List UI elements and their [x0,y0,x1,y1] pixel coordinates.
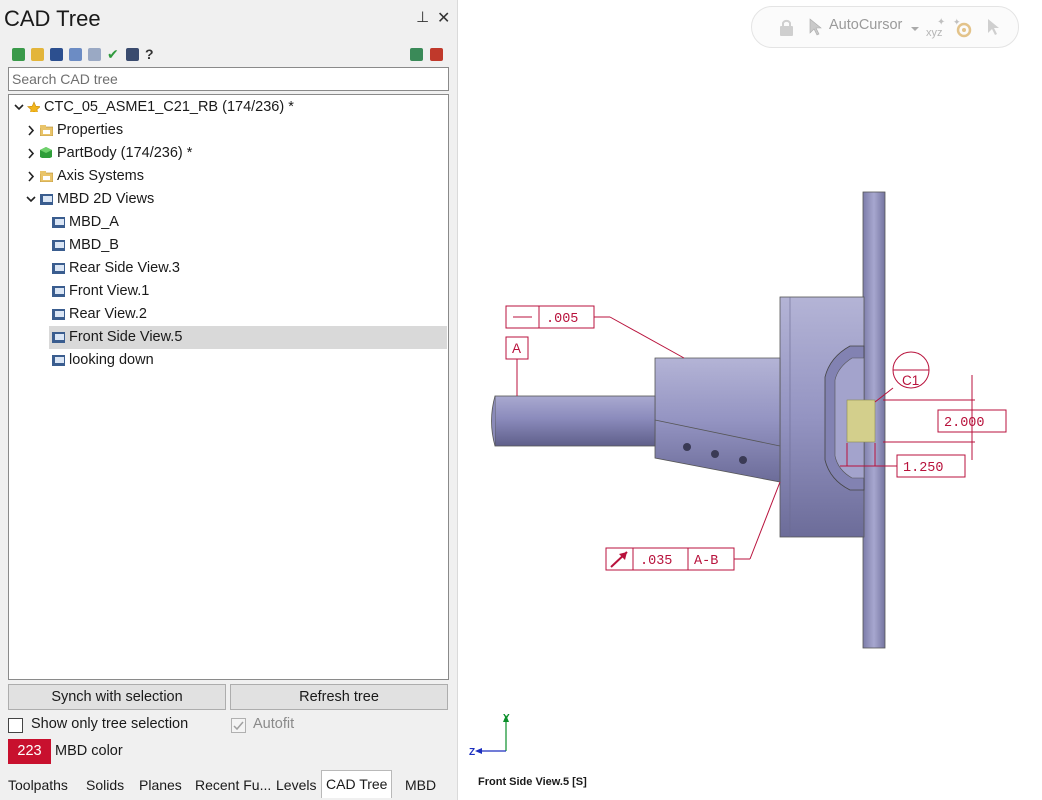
dimension-2000[interactable]: 2.000 [944,416,985,431]
cad-drawing: .005 A .035 A-B C1 2.000 1.250 Y Z [469,191,1007,758]
c1-label[interactable]: C1 [902,373,919,388]
axis-z-label: Z [469,747,475,758]
active-view-name: Front Side View.5 [S] [478,776,587,788]
flatness-value[interactable]: .005 [546,312,578,327]
axis-triad: Y Z [469,713,510,758]
datum-a-label[interactable]: A [512,341,521,356]
runout-datum[interactable]: A-B [694,554,718,569]
axis-y-label: Y [503,713,510,724]
runout-value[interactable]: .035 [640,554,672,569]
part-model[interactable] [491,191,886,649]
dimension-1250[interactable]: 1.250 [903,461,944,476]
